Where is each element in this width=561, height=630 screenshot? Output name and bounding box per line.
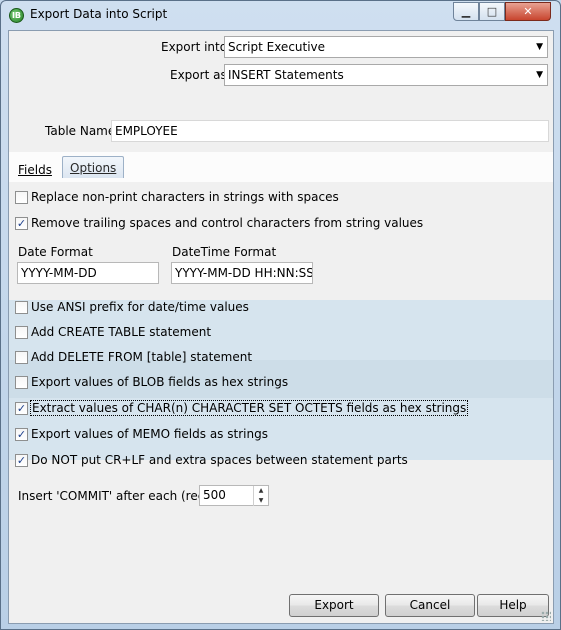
tab-fields[interactable]: Fields <box>11 159 59 182</box>
export-button[interactable]: Export <box>289 594 379 617</box>
tab-options[interactable]: Options <box>62 156 125 178</box>
option-label: Add DELETE FROM [table] statement <box>31 350 253 364</box>
close-button[interactable]: ✕ <box>505 2 551 21</box>
app-logo-icon: IB <box>9 8 24 23</box>
checkbox[interactable] <box>15 191 28 204</box>
tab-fields-label: Fields <box>18 163 52 177</box>
minimize-button[interactable]: ▁ <box>453 2 479 21</box>
dialog-window: IB Export Data into Script ▁ □ ✕ Export … <box>0 0 561 630</box>
tab-options-label: Options <box>70 161 117 175</box>
export-as-value: INSERT Statements <box>228 68 344 82</box>
checkbox[interactable] <box>15 301 28 314</box>
checkbox[interactable] <box>15 326 28 339</box>
commit-count-value: 500 <box>203 488 226 502</box>
tab-strip: Fields Options <box>9 152 553 182</box>
table-name-field[interactable]: EMPLOYEE <box>111 120 549 142</box>
datetime-format-label: DateTime Format <box>172 245 277 259</box>
spin-up-icon[interactable]: ▲ <box>253 486 268 496</box>
option-label: Extract values of CHAR(n) CHARACTER SET … <box>29 400 469 416</box>
checkbox[interactable]: ✓ <box>15 428 28 441</box>
maximize-button[interactable]: □ <box>479 2 505 21</box>
export-as-label: Export as <box>170 68 227 82</box>
datetime-format-field[interactable]: YYYY-MM-DD HH:NN:SS <box>171 262 313 284</box>
table-name-label: Table Name <box>45 124 116 138</box>
checkbox[interactable] <box>15 351 28 364</box>
cancel-button[interactable]: Cancel <box>385 594 475 617</box>
commit-label: Insert 'COMMIT' after each (recor <box>18 489 217 503</box>
window-title: Export Data into Script <box>30 7 168 21</box>
commit-count-stepper[interactable]: 500 ▲ ▼ <box>199 485 269 506</box>
checkbox[interactable]: ✓ <box>15 217 28 230</box>
option-label: Add CREATE TABLE statement <box>31 325 212 339</box>
checkbox[interactable] <box>15 376 28 389</box>
export-into-value: Script Executive <box>228 40 326 54</box>
title-bar[interactable]: IB Export Data into Script ▁ □ ✕ <box>1 1 560 29</box>
spin-down-icon[interactable]: ▼ <box>253 496 268 506</box>
help-button[interactable]: Help <box>477 594 549 617</box>
export-into-label: Export into <box>161 40 228 54</box>
chevron-down-icon: ▼ <box>536 42 543 52</box>
option-label: Export values of MEMO fields as strings <box>31 427 268 441</box>
dialog-client-area: Export into Script Executive ▼ Export as… <box>8 30 554 624</box>
resize-grip-icon[interactable] <box>541 611 551 621</box>
export-into-dropdown[interactable]: Script Executive ▼ <box>224 36 548 58</box>
option-label: Replace non-print characters in strings … <box>31 190 339 204</box>
chevron-down-icon: ▼ <box>536 70 543 80</box>
date-format-field[interactable]: YYYY-MM-DD <box>17 262 159 284</box>
date-format-label: Date Format <box>18 245 93 259</box>
checkbox[interactable]: ✓ <box>15 454 28 467</box>
option-label: Export values of BLOB fields as hex stri… <box>31 375 289 389</box>
fields-panel: Replace non-print characters in strings … <box>9 182 553 623</box>
option-label: Use ANSI prefix for date/time values <box>31 300 249 314</box>
checkbox[interactable]: ✓ <box>15 402 28 415</box>
export-as-dropdown[interactable]: INSERT Statements ▼ <box>224 64 548 86</box>
option-label: Remove trailing spaces and control chara… <box>31 216 424 230</box>
option-label: Do NOT put CR+LF and extra spaces betwee… <box>31 453 408 467</box>
